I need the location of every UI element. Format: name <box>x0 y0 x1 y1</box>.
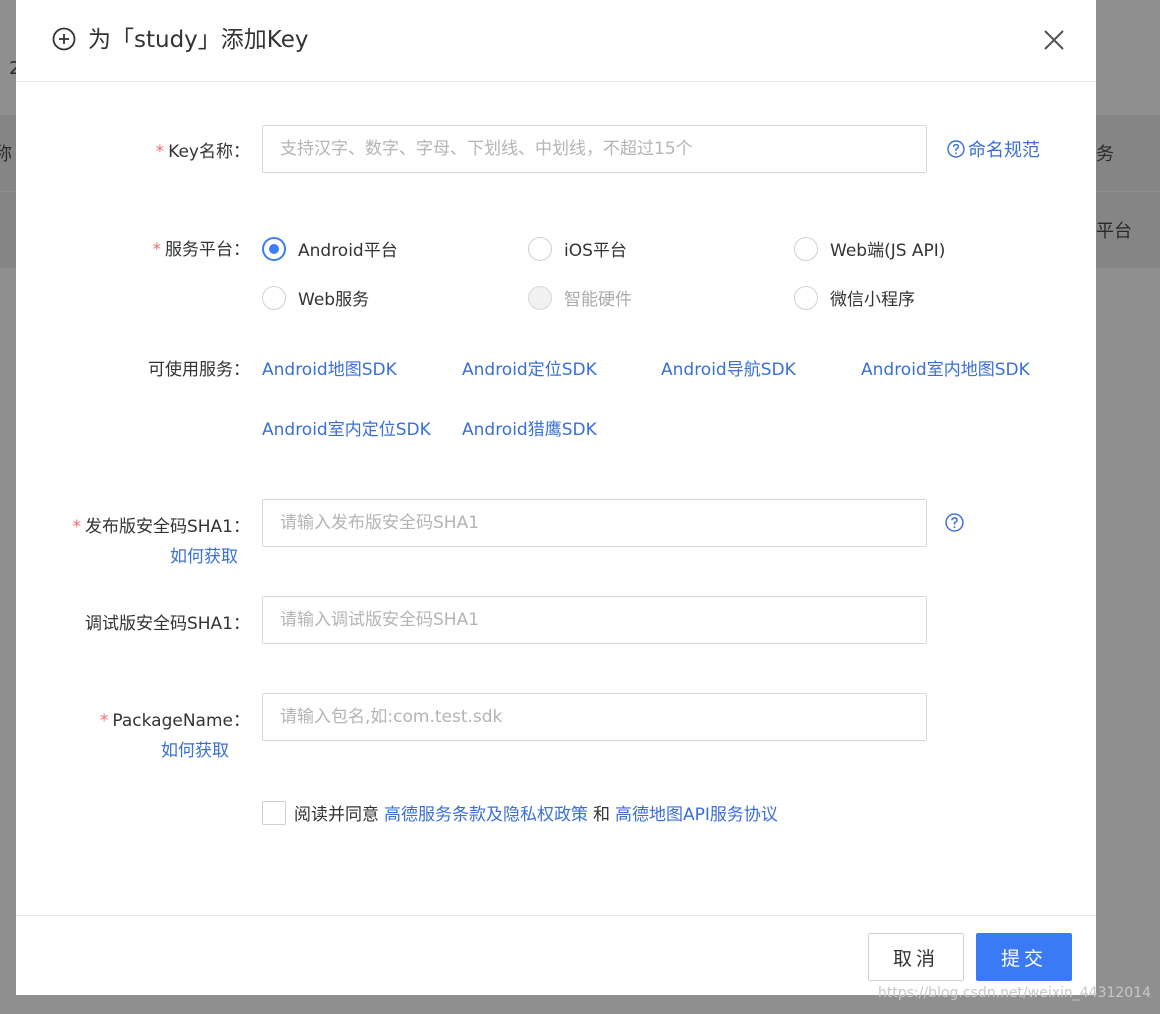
service-link[interactable]: Android室内定位SDK <box>262 415 431 440</box>
background-text: 务 <box>1096 144 1114 165</box>
terms-privacy-link[interactable]: 高德服务条款及隐私权政策 <box>384 800 588 825</box>
debug-sha1-label: 调试版安全码SHA1： <box>84 614 250 634</box>
question-circle-icon <box>947 140 965 158</box>
platform-radio-smart-hardware: 智能硬件 <box>528 285 632 310</box>
background-text: 平台 <box>1096 221 1132 242</box>
service-link[interactable]: Android导航SDK <box>661 355 796 380</box>
add-key-dialog: 为「study」添加Key *Key名称： 命名规范 *服务平台： Androi… <box>16 0 1096 995</box>
close-icon[interactable] <box>1042 28 1066 52</box>
platform-radio-ios[interactable]: iOS平台 <box>528 236 627 261</box>
radio-button[interactable] <box>794 236 818 261</box>
submit-button[interactable]: 提交 <box>976 933 1072 981</box>
release-sha1-how-to-link[interactable]: 如何获取 <box>170 542 238 567</box>
platform-radio-android[interactable]: Android平台 <box>262 236 398 261</box>
platform-radio-web-service[interactable]: Web服务 <box>262 285 369 310</box>
key-name-input[interactable] <box>262 125 927 173</box>
release-sha1-label: * 发布版安全码SHA1： <box>72 517 250 537</box>
required-mark: * <box>72 517 81 537</box>
required-mark: * <box>99 711 109 731</box>
required-mark: * <box>152 240 162 260</box>
add-circle-icon <box>52 27 76 51</box>
radio-button[interactable] <box>528 236 552 261</box>
dialog-title: 为「study」添加Key <box>88 27 309 53</box>
agreement-row: 阅读并同意 高德服务条款及隐私权政策 和 高德地图API服务协议 <box>262 800 778 825</box>
platform-label: * 服务平台： <box>152 240 251 260</box>
radio-button[interactable] <box>262 285 286 310</box>
naming-rules-link[interactable]: 命名规范 <box>947 136 1040 162</box>
package-name-label: * PackageName： <box>99 711 250 731</box>
radio-button[interactable] <box>794 285 818 310</box>
services-label: 可使用服务： <box>148 360 250 380</box>
dialog-footer: 取消 提交 <box>16 915 1096 995</box>
required-mark: * <box>155 142 165 162</box>
platform-radio-wechat-mini[interactable]: 微信小程序 <box>794 285 915 310</box>
api-service-agreement-link[interactable]: 高德地图API服务协议 <box>615 800 778 825</box>
service-link[interactable]: Android地图SDK <box>262 355 397 380</box>
service-link[interactable]: Android猎鹰SDK <box>462 415 597 440</box>
service-link[interactable]: Android定位SDK <box>462 355 597 380</box>
debug-sha1-input[interactable] <box>262 596 927 644</box>
background-text: 称 <box>0 144 12 165</box>
platform-radio-web-js[interactable]: Web端(JS API) <box>794 236 945 261</box>
watermark: https://blog.csdn.net/weixin_44312014 <box>878 985 1152 1001</box>
package-name-input[interactable] <box>262 693 927 741</box>
cancel-button[interactable]: 取消 <box>868 933 964 981</box>
release-sha1-input[interactable] <box>262 499 927 547</box>
radio-button <box>528 285 552 310</box>
key-name-label: * Key名称： <box>155 142 250 162</box>
agreement-checkbox[interactable] <box>262 800 286 825</box>
radio-button[interactable] <box>262 236 286 261</box>
question-circle-icon[interactable] <box>945 513 964 532</box>
service-link[interactable]: Android室内地图SDK <box>861 355 1030 380</box>
package-name-how-to-link[interactable]: 如何获取 <box>161 736 229 761</box>
dialog-header: 为「study」添加Key <box>16 0 1096 82</box>
